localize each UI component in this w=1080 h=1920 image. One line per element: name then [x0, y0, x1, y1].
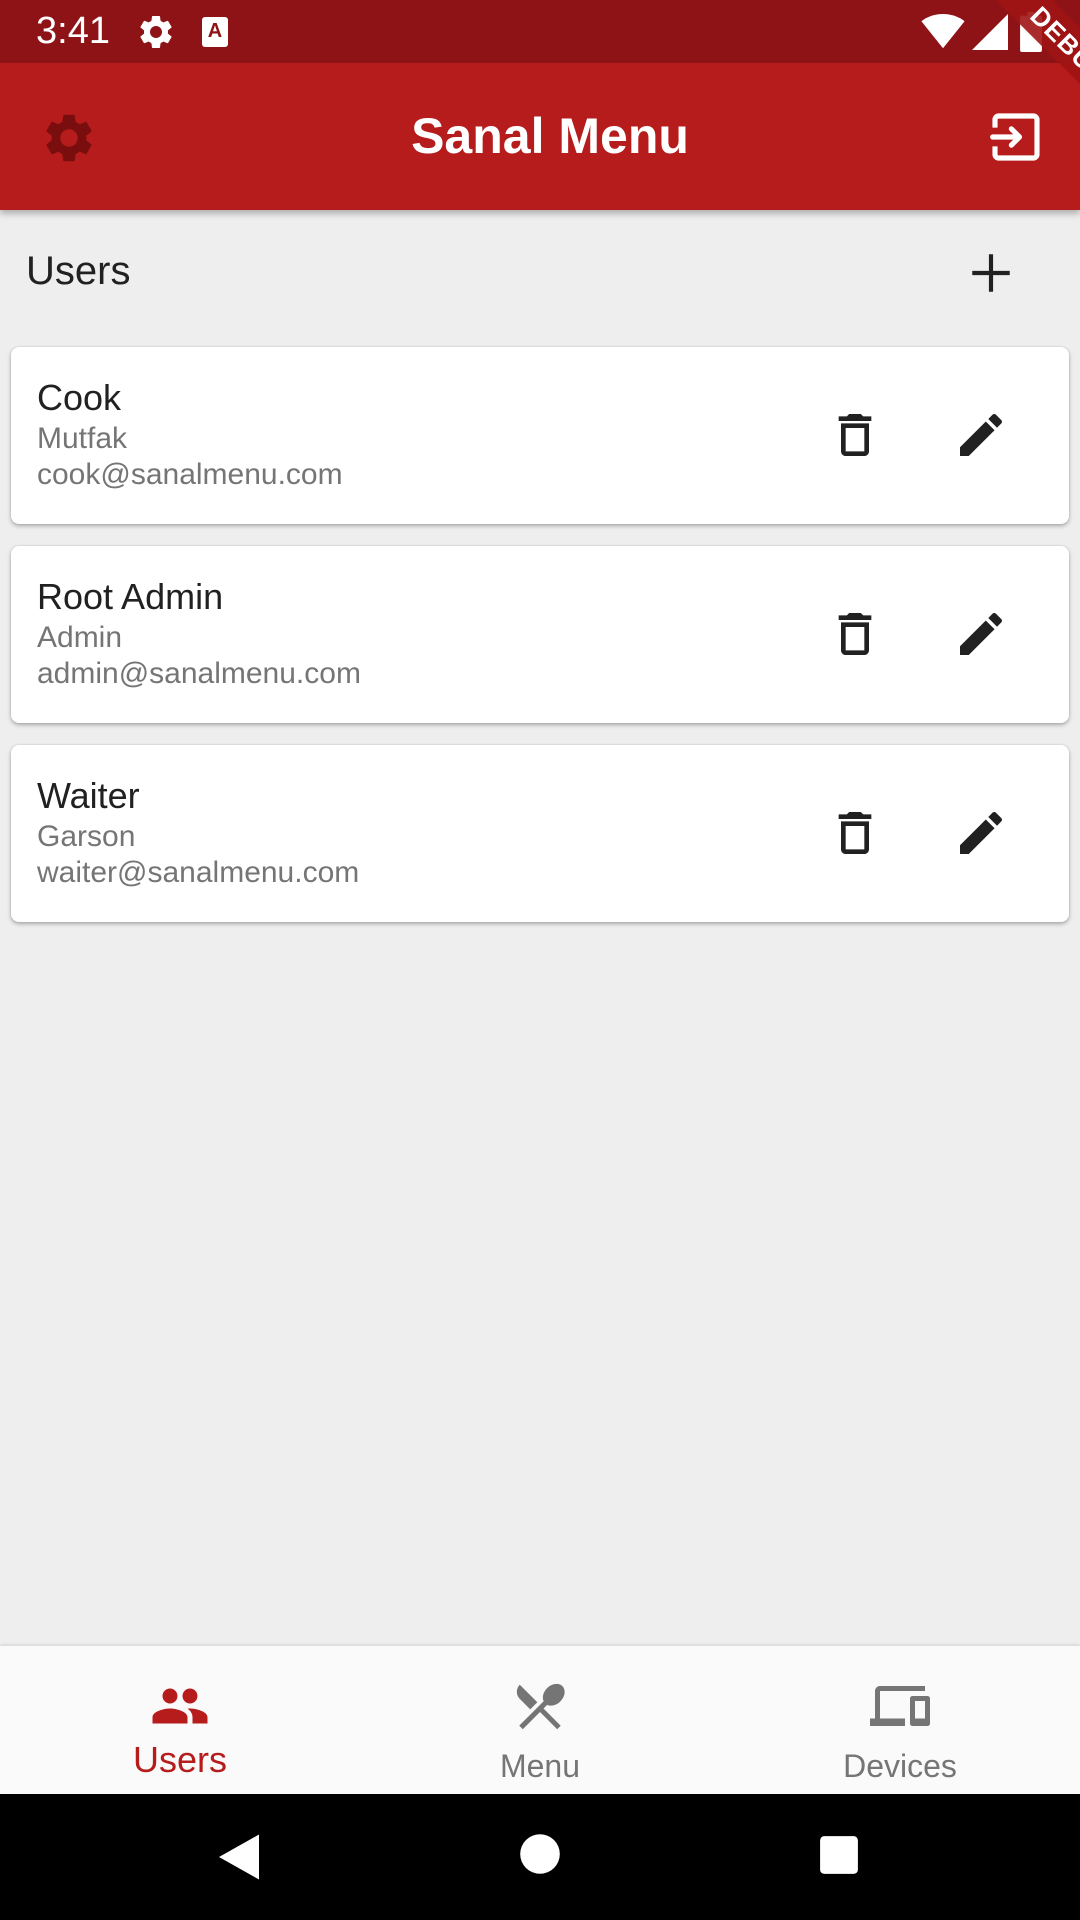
user-name: Waiter	[37, 775, 140, 816]
edit-icon[interactable]	[953, 805, 1009, 861]
bottom-nav: Users Menu Devices	[0, 1646, 1080, 1794]
fork-spoon-icon	[516, 1683, 565, 1730]
nav-item-users[interactable]: Users	[0, 1646, 360, 1794]
text-a-icon: A	[202, 17, 228, 47]
nav-label-devices: Devices	[843, 1748, 957, 1784]
nav-item-menu[interactable]: Menu	[360, 1646, 720, 1794]
user-role: Mutfak	[37, 422, 128, 455]
people-icon	[152, 1688, 208, 1724]
app-bar: Sanal Menu	[0, 63, 1080, 210]
user-name: Root Admin	[37, 576, 224, 617]
user-role: Garson	[37, 820, 136, 853]
devices-icon	[870, 1686, 930, 1726]
user-card[interactable]: Cook Mutfak cook@sanalmenu.com	[11, 347, 1069, 524]
section-title: Users	[26, 249, 131, 293]
page-title: Sanal Menu	[411, 108, 689, 164]
nav-item-devices[interactable]: Devices	[720, 1646, 1080, 1794]
edit-icon[interactable]	[953, 606, 1009, 662]
system-nav	[0, 1794, 1080, 1920]
user-card[interactable]: Waiter Garson waiter@sanalmenu.com	[11, 745, 1069, 922]
home-icon[interactable]	[518, 1832, 562, 1876]
status-time: 3:41	[36, 10, 110, 52]
nav-label-menu: Menu	[499, 1748, 581, 1784]
user-email: admin@sanalmenu.com	[37, 657, 361, 690]
user-role: Admin	[37, 621, 123, 654]
user-email: waiter@sanalmenu.com	[37, 856, 360, 889]
gear-icon	[140, 15, 172, 48]
status-bar: 3:41 A	[0, 0, 1080, 63]
delete-icon[interactable]	[827, 606, 883, 662]
recents-icon[interactable]	[818, 1834, 860, 1876]
user-email: cook@sanalmenu.com	[37, 458, 343, 491]
debug-banner-clip: DEBUG	[940, 0, 1080, 140]
debug-banner: DEBUG	[978, 0, 1080, 138]
plus-icon[interactable]	[966, 248, 1016, 298]
screen: 3:41 A Sanal Menu DEBUG Users Cook Mutfa…	[0, 0, 1080, 1920]
delete-icon[interactable]	[827, 805, 883, 861]
nav-label-users: Users	[132, 1739, 227, 1780]
user-name: Cook	[37, 377, 122, 418]
back-icon[interactable]	[214, 1832, 264, 1882]
delete-icon[interactable]	[827, 407, 883, 463]
user-card[interactable]: Root Admin Admin admin@sanalmenu.com	[11, 546, 1069, 723]
edit-icon[interactable]	[953, 407, 1009, 463]
